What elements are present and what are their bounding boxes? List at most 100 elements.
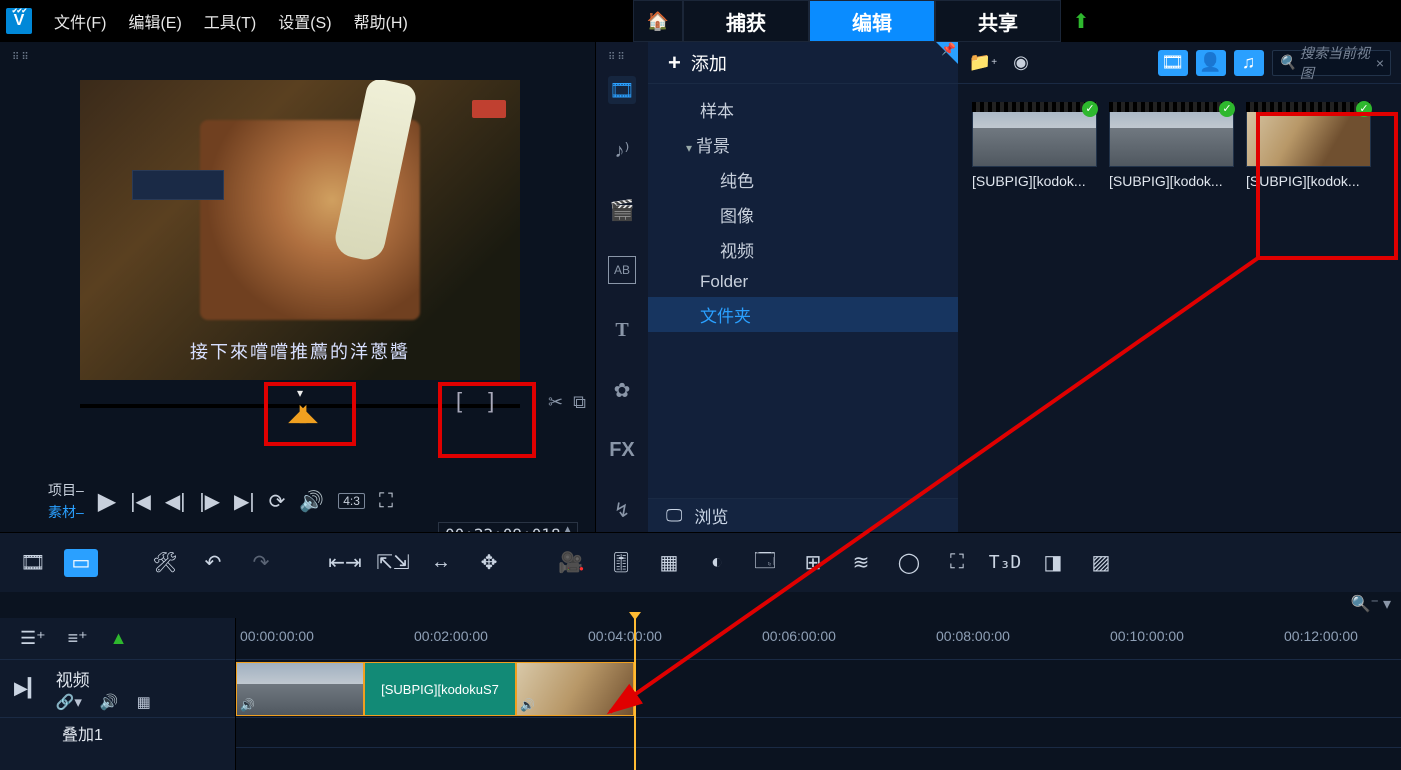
mask-icon[interactable]: ◐: [700, 549, 734, 577]
add-folder-button[interactable]: + 添加: [648, 42, 958, 84]
timeline-clip[interactable]: [SUBPIG][kodokuS7: [364, 662, 516, 716]
transitions-icon[interactable]: 🎬: [608, 196, 636, 224]
chapter-icon[interactable]: ▦: [652, 549, 686, 577]
collapse-icon[interactable]: ▲: [110, 628, 128, 649]
fit-in-icon[interactable]: ⇤⇥: [328, 549, 362, 577]
speed-icon[interactable]: ≋: [844, 549, 878, 577]
tick: 00:10:00:00: [1110, 628, 1184, 644]
copy-icon[interactable]: ⧉: [573, 392, 586, 413]
aspect-ratio-button[interactable]: 4:3: [338, 493, 365, 509]
tree-sample[interactable]: 样本: [648, 92, 958, 127]
tab-share[interactable]: 共享: [935, 0, 1061, 42]
lut-icon[interactable]: ▨: [1084, 549, 1118, 577]
go-end-button[interactable]: ▶|: [234, 489, 255, 514]
zoom-out-icon[interactable]: 🔍⁻: [1351, 594, 1379, 614]
redo-button[interactable]: ↷: [244, 549, 278, 577]
video-track-row[interactable]: 🔊 [SUBPIG][kodokuS7 🔊: [236, 660, 1401, 718]
grid-icon[interactable]: ⊞: [796, 549, 830, 577]
fx-icon[interactable]: FX: [608, 436, 636, 464]
tick: 00:04:00:00: [588, 628, 662, 644]
chroma-icon[interactable]: ◨: [1036, 549, 1070, 577]
mode-project-label[interactable]: 项目–: [48, 480, 84, 500]
track-overlay-header[interactable]: 叠加1: [0, 718, 235, 748]
step-back-button[interactable]: ◀|: [165, 489, 186, 514]
camera-icon[interactable]: ◉: [1006, 50, 1036, 76]
library-category-bar: 🎞 ♪⁾ 🎬 AB T ✿ FX ↯: [596, 42, 648, 532]
storyboard-view-icon[interactable]: 🎞: [16, 549, 50, 577]
menu-edit[interactable]: 编辑(E): [128, 9, 181, 33]
audio-mixer-icon[interactable]: 🎚: [604, 549, 638, 577]
timeline-clip[interactable]: 🔊: [236, 662, 364, 716]
menu-file[interactable]: 文件(F): [54, 9, 106, 33]
graphics-icon[interactable]: ✿: [608, 376, 636, 404]
filter-photo-icon[interactable]: 👤: [1196, 50, 1226, 76]
titles-icon[interactable]: AB: [608, 256, 636, 284]
tree-video[interactable]: 视频: [648, 232, 958, 267]
mute-icon[interactable]: 🔊: [100, 693, 119, 711]
preview-viewport[interactable]: 接下來嚐嚐推薦的洋蔥醬: [80, 80, 520, 380]
checker-icon[interactable]: ▦: [137, 693, 151, 711]
tools-icon[interactable]: 🛠: [148, 549, 182, 577]
library-clip[interactable]: ✓ [SUBPIG][kodok...: [1109, 102, 1234, 189]
track-add-icon[interactable]: ≡⁺: [68, 628, 88, 649]
zoom-controls[interactable]: 🔍⁻ ▾: [1351, 594, 1391, 614]
menu-settings[interactable]: 设置(S): [278, 9, 331, 33]
track-motion-icon[interactable]: ◯: [892, 549, 926, 577]
video-track-icon: ▶▎: [14, 678, 42, 699]
media-icon[interactable]: 🎞: [608, 76, 636, 104]
step-fwd-button[interactable]: |▶: [199, 489, 220, 514]
fullscreen-button[interactable]: ⛶: [379, 490, 393, 513]
audio-icon[interactable]: ♪⁾: [608, 136, 636, 164]
upload-icon[interactable]: ⬆: [1061, 0, 1101, 42]
crop-icon[interactable]: ⛶: [940, 549, 974, 577]
mode-clip-label[interactable]: 素材–: [48, 502, 84, 522]
filter-video-icon[interactable]: 🎞: [1158, 50, 1188, 76]
play-button[interactable]: ▶: [98, 487, 116, 516]
volume-button[interactable]: 🔊: [299, 489, 324, 514]
library-clip[interactable]: ✓ [SUBPIG][kodok...: [972, 102, 1097, 189]
tree-image[interactable]: 图像: [648, 197, 958, 232]
panel-grip-icon[interactable]: ⠿⠿: [600, 48, 635, 67]
menu-help[interactable]: 帮助(H): [354, 9, 408, 33]
menu-tools[interactable]: 工具(T): [204, 9, 256, 33]
timeline-ruler[interactable]: 00:00:00:00 00:02:00:00 00:04:00:00 00:0…: [236, 618, 1401, 660]
record-icon[interactable]: 🎥: [556, 549, 590, 577]
move-icon[interactable]: ✥: [472, 549, 506, 577]
fit-width-icon[interactable]: ⇱⇲: [376, 549, 410, 577]
timeline-body[interactable]: 00:00:00:00 00:02:00:00 00:04:00:00 00:0…: [236, 618, 1401, 770]
playhead[interactable]: [634, 618, 636, 770]
library-tree: + 添加 样本 ▾背景 纯色 图像 视频 Folder 文件夹 🖵 浏览: [648, 42, 958, 532]
scissors-icon[interactable]: ✂: [548, 392, 563, 413]
timeline-clip[interactable]: 🔊: [516, 662, 634, 716]
filter-audio-icon[interactable]: ♫: [1234, 50, 1264, 76]
import-icon[interactable]: 📁+: [968, 50, 998, 76]
panel-grip-icon[interactable]: ⠿⠿: [4, 48, 39, 67]
clear-search-icon[interactable]: ×: [1376, 55, 1384, 71]
home-button[interactable]: 🏠: [633, 0, 683, 42]
tree-folder-zh[interactable]: 文件夹: [648, 297, 958, 332]
tab-capture[interactable]: 捕获: [683, 0, 809, 42]
zoom-dropdown-icon[interactable]: ▾: [1383, 594, 1391, 614]
t3d-icon[interactable]: T₃D: [988, 549, 1022, 577]
track-video-header[interactable]: ▶▎ 视频 🔗▾ 🔊 ▦: [0, 660, 235, 718]
overlay-track-row[interactable]: [236, 718, 1401, 748]
link-icon[interactable]: 🔗▾: [56, 693, 82, 711]
pin-icon[interactable]: [936, 42, 958, 64]
tree-solidcolor[interactable]: 纯色: [648, 162, 958, 197]
loop-button[interactable]: ⟳: [269, 489, 286, 514]
undo-button[interactable]: ↶: [196, 549, 230, 577]
plus-icon: +: [668, 50, 681, 76]
search-input[interactable]: 🔍 搜索当前视图 ×: [1272, 50, 1392, 76]
timeline-view-icon[interactable]: ▭: [64, 549, 98, 577]
motion-icon[interactable]: ↯: [608, 496, 636, 524]
browse-button[interactable]: 🖵 浏览: [648, 498, 958, 532]
subtitle-icon[interactable]: 🗔: [748, 549, 782, 577]
tree-folder-en[interactable]: Folder: [648, 267, 958, 297]
stretch-icon[interactable]: ↔: [424, 549, 458, 577]
tree-background[interactable]: ▾背景: [648, 127, 958, 162]
preview-subtitle: 接下來嚐嚐推薦的洋蔥醬: [190, 338, 410, 364]
go-start-button[interactable]: |◀: [130, 489, 151, 514]
text-icon[interactable]: T: [608, 316, 636, 344]
track-options-icon[interactable]: ☰⁺: [20, 628, 46, 649]
tab-edit[interactable]: 编辑: [809, 0, 935, 42]
